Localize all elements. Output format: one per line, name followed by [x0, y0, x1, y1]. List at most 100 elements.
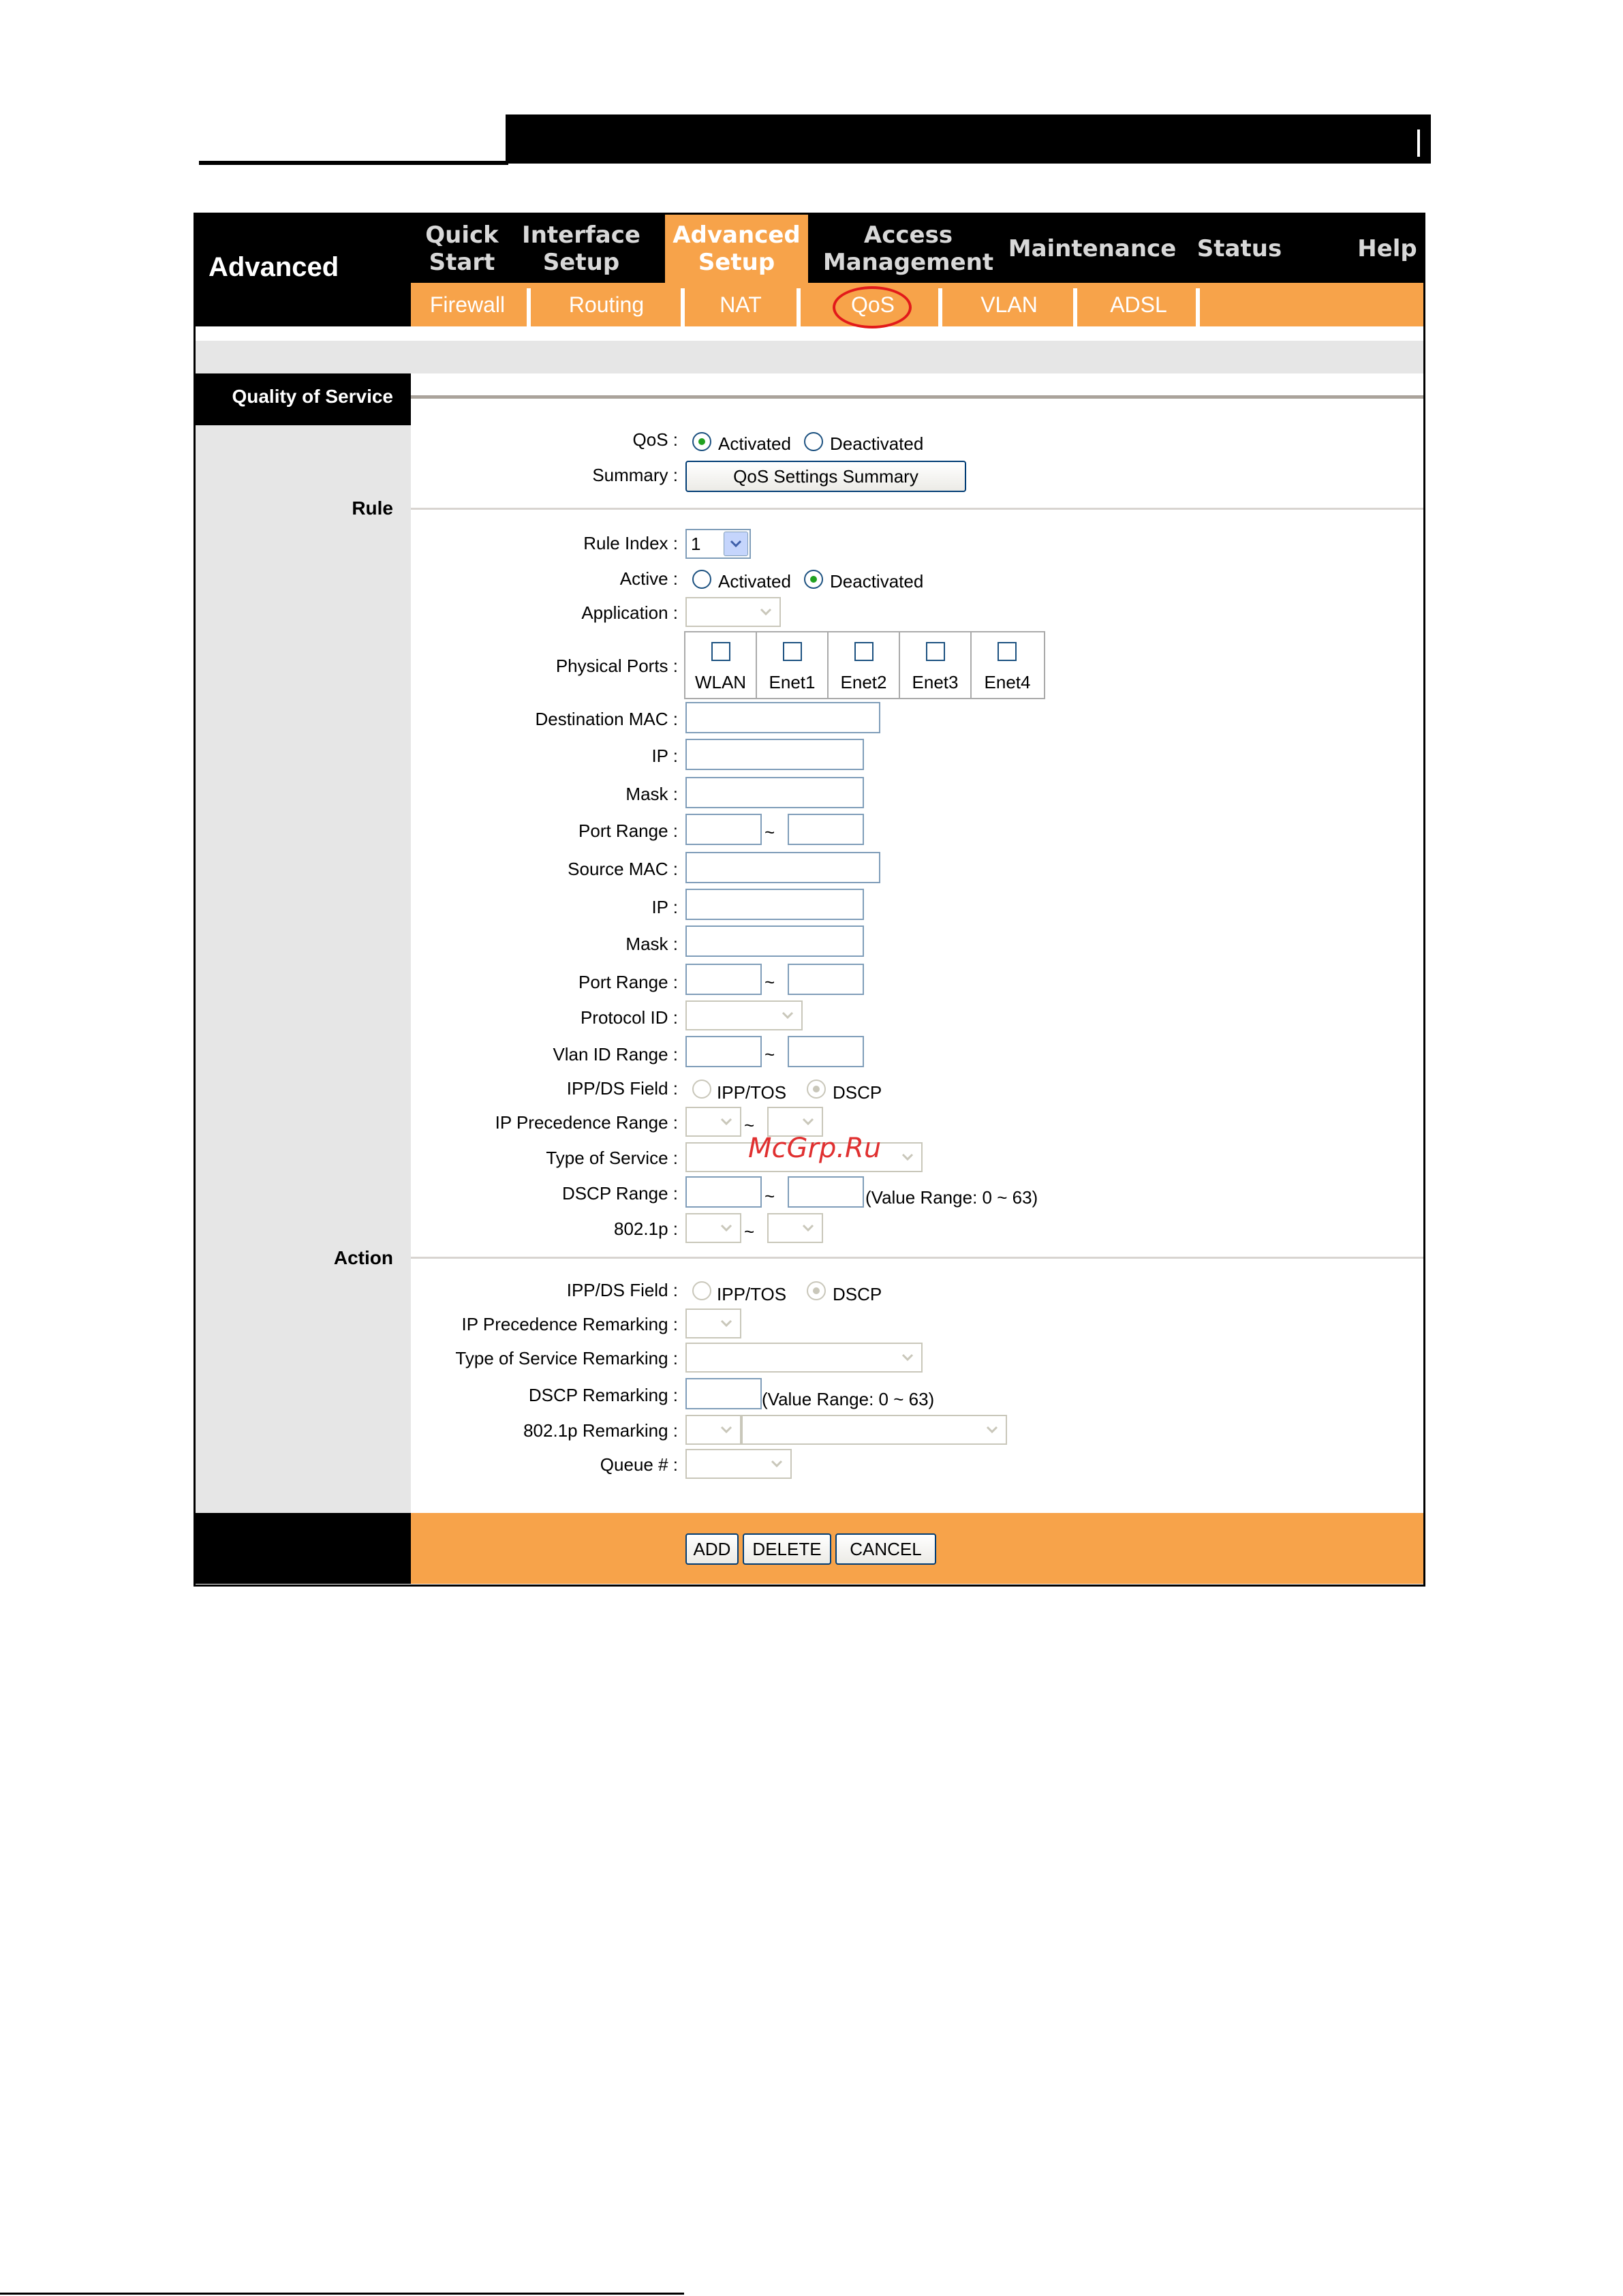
destination-mac-input[interactable] — [685, 702, 880, 733]
range-tilde: ~ — [744, 1221, 755, 1242]
destination-mac-label: Destination MAC : — [535, 709, 678, 729]
port-label: Enet1 — [769, 672, 816, 692]
tos-remarking-select[interactable] — [685, 1343, 923, 1373]
nav-help[interactable]: Help — [1351, 215, 1423, 283]
chevron-down-icon — [764, 1452, 789, 1476]
ip-precedence-remarking-select[interactable] — [685, 1308, 741, 1338]
chevron-down-icon — [714, 1109, 739, 1134]
ip-precedence-start-select[interactable] — [685, 1107, 741, 1137]
dot1p-start-select[interactable] — [685, 1213, 741, 1243]
action-ipp-tos-radio[interactable] — [692, 1281, 711, 1300]
chevron-down-icon — [775, 1003, 800, 1028]
radio-selected-dot — [813, 1086, 820, 1092]
dscp-radio[interactable] — [807, 1080, 826, 1099]
radio-selected-dot — [698, 438, 705, 445]
subnav-vlan[interactable]: VLAN — [942, 283, 1076, 326]
active-deactivated-radio[interactable] — [804, 570, 823, 589]
source-ip-input[interactable] — [685, 889, 864, 920]
chevron-down-icon — [796, 1109, 820, 1134]
chevron-down-icon — [714, 1418, 739, 1442]
port-enet4-checkbox[interactable] — [998, 642, 1017, 661]
source-port-end-input[interactable] — [788, 964, 864, 995]
ipp-tos-radio[interactable] — [692, 1080, 711, 1099]
dest-port-start-input[interactable] — [685, 814, 762, 845]
dest-mask-input[interactable] — [685, 777, 864, 808]
label-column — [196, 373, 411, 1513]
dscp-remarking-label: DSCP Remarking : — [528, 1385, 678, 1405]
qos-activated-radio[interactable] — [692, 432, 711, 451]
port-label: Enet4 — [984, 672, 1031, 692]
ipp-ds-field-label: IPP/DS Field : — [566, 1078, 678, 1099]
subnav-nat[interactable]: NAT — [685, 283, 797, 326]
subnav-routing[interactable]: Routing — [531, 283, 682, 326]
source-mask-label: Mask : — [625, 934, 678, 954]
nav-maintenance[interactable]: Maintenance — [1008, 215, 1177, 283]
source-port-start-input[interactable] — [685, 964, 762, 995]
dscp-label: DSCP — [833, 1082, 882, 1103]
vlan-id-start-input[interactable] — [685, 1036, 762, 1067]
dot1p-remarking-secondary-select[interactable] — [741, 1415, 1007, 1445]
ip-precedence-range-label: IP Precedence Range : — [495, 1112, 678, 1133]
dest-ip-input[interactable] — [685, 739, 864, 770]
dscp-range-start-input[interactable] — [685, 1176, 762, 1208]
active-deactivated-label: Deactivated — [830, 571, 924, 592]
chevron-down-icon — [980, 1418, 1004, 1442]
port-cell-enet1: Enet1 — [757, 632, 829, 698]
rule-index-select[interactable]: 1 — [685, 529, 751, 559]
nav-status[interactable]: Status — [1185, 215, 1294, 283]
physical-ports-table: WLAN Enet1 Enet2 Enet3 Enet4 — [684, 631, 1045, 699]
source-mask-input[interactable] — [685, 925, 864, 957]
source-mac-input[interactable] — [685, 852, 880, 883]
rule-index-label: Rule Index : — [583, 533, 678, 553]
page-footer-rule — [0, 2293, 684, 2295]
vlan-id-end-input[interactable] — [788, 1036, 864, 1067]
nav-interface-setup[interactable]: Interface Setup — [516, 215, 646, 283]
active-activated-radio[interactable] — [692, 570, 711, 589]
source-mac-label: Source MAC : — [568, 859, 678, 879]
cancel-button[interactable]: CANCEL — [835, 1533, 936, 1565]
source-ip-label: IP : — [651, 897, 678, 917]
qos-highlight-circle — [833, 286, 912, 328]
delete-button[interactable]: DELETE — [743, 1533, 831, 1565]
dot1p-label: 802.1p : — [614, 1219, 678, 1239]
nav-advanced-setup[interactable]: Advanced Setup — [665, 215, 808, 283]
summary-label: Summary : — [592, 465, 678, 485]
port-enet2-checkbox[interactable] — [854, 642, 874, 661]
protocol-id-label: Protocol ID : — [580, 1007, 678, 1028]
subnav-adsl[interactable]: ADSL — [1077, 283, 1200, 326]
dscp-range-end-input[interactable] — [788, 1176, 864, 1208]
dscp-remarking-input[interactable] — [685, 1378, 762, 1409]
footer-left-block — [196, 1513, 411, 1584]
dest-ip-label: IP : — [651, 746, 678, 766]
qos-activated-label: Activated — [718, 433, 791, 454]
qos-deactivated-label: Deactivated — [830, 433, 924, 454]
vlan-id-range-label: Vlan ID Range : — [553, 1044, 678, 1065]
qos-deactivated-radio[interactable] — [804, 432, 823, 451]
port-enet1-checkbox[interactable] — [783, 642, 802, 661]
chevron-down-icon — [754, 600, 778, 624]
qos-settings-summary-button[interactable]: QoS Settings Summary — [685, 461, 966, 492]
action-divider — [411, 1257, 1423, 1259]
dot1p-remarking-select[interactable] — [685, 1415, 741, 1445]
tos-remarking-label: Type of Service Remarking : — [455, 1348, 678, 1368]
chevron-down-icon — [714, 1216, 739, 1240]
main-nav: Quick Start Interface Setup Advanced Set… — [411, 215, 1423, 283]
subnav-firewall[interactable]: Firewall — [411, 283, 524, 326]
dest-port-end-input[interactable] — [788, 814, 864, 845]
range-tilde: ~ — [764, 822, 775, 842]
application-select[interactable] — [685, 597, 781, 627]
application-label: Application : — [581, 602, 678, 623]
radio-selected-dot — [813, 1287, 820, 1294]
source-port-range-label: Port Range : — [578, 972, 678, 992]
port-wlan-checkbox[interactable] — [711, 642, 730, 661]
port-enet3-checkbox[interactable] — [926, 642, 945, 661]
protocol-id-select[interactable] — [685, 1000, 803, 1030]
dot1p-end-select[interactable] — [767, 1213, 823, 1243]
action-dscp-radio[interactable] — [807, 1281, 826, 1300]
queue-select[interactable] — [685, 1449, 792, 1479]
add-button[interactable]: ADD — [685, 1533, 739, 1565]
section-divider — [411, 395, 1423, 399]
nav-access-management[interactable]: Access Management — [820, 215, 997, 283]
nav-quick-start[interactable]: Quick Start — [411, 215, 513, 283]
dot1p-remarking-label: 802.1p Remarking : — [523, 1420, 678, 1441]
